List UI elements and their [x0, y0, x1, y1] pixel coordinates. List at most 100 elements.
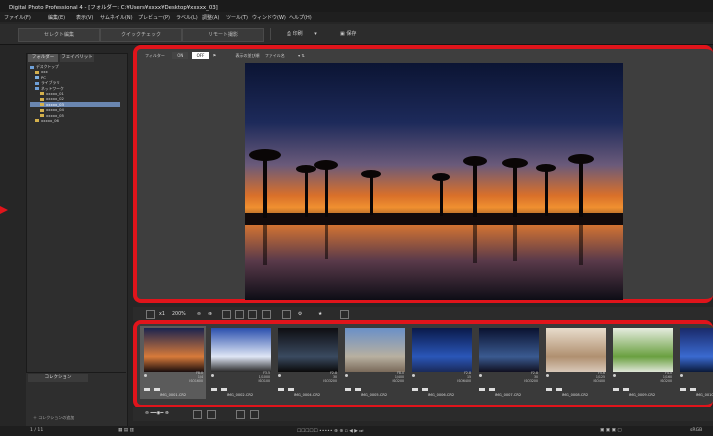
save-button[interactable]: ▣ 保存 [340, 30, 356, 37]
pc-icon [35, 76, 39, 80]
menu-label[interactable]: ラベル(L) [176, 14, 198, 21]
preview-image[interactable] [245, 63, 623, 300]
menu-help[interactable]: ヘルプ(H) [289, 14, 312, 21]
menu-adjust[interactable]: 調整(A) [202, 14, 219, 21]
zoom-out-icon[interactable]: ⊖ [197, 310, 201, 319]
chevron-down-icon: ▾ [314, 31, 317, 37]
af-point-icon[interactable] [248, 310, 257, 319]
network-icon [35, 87, 39, 91]
tree-item-label: xxxxx_05 [46, 112, 64, 118]
menu-window[interactable]: ウィンドウ(W) [252, 14, 286, 21]
quick-check-button[interactable]: クイックチェック [100, 28, 182, 42]
thumbnail-item[interactable]: F8.0 1/400 ISO200 IMG_0005.CR2 [341, 326, 407, 399]
highlight-icon[interactable] [262, 310, 271, 319]
check-mark-icon[interactable] [546, 374, 549, 377]
thumbnail-item[interactable]: F2.8 30 ISO3200 IMG_0004.CR2 [274, 326, 340, 399]
panel-icons[interactable]: ▣ ▣ ▣ ▢ [600, 428, 622, 433]
menu-preview[interactable]: プレビュー(P) [138, 14, 170, 21]
fit-window-icon[interactable] [146, 310, 155, 319]
add-collection-button[interactable]: ＋ コレクションの追加 [33, 415, 74, 421]
thumbnail-image [546, 328, 606, 372]
folder-icon [30, 65, 34, 69]
thumbnail-image [680, 328, 713, 372]
raw-badge-icon [144, 388, 150, 391]
thumbnail-item[interactable]: F2.8 15 ISO6400 IMG_0006.CR2 [408, 326, 474, 399]
raw-badge-icon [221, 388, 227, 391]
zoom-percent-select[interactable]: 200% [172, 310, 186, 319]
folder-tree: デスクトップ xxx PC ライブラリ ネットワーク xxxxx_01 xxxx… [30, 64, 120, 123]
menu-tools[interactable]: ツール(T) [226, 14, 248, 21]
thumbnail-item[interactable]: F5.6 1/125 ISO400 IMG_0008.CR2 [542, 326, 608, 399]
check-mark-icon[interactable] [613, 374, 616, 377]
thumbnail-image [613, 328, 673, 372]
check-mark-icon[interactable] [211, 374, 214, 377]
rating-filter-icons[interactable]: ☐☐☐☐☐ ••••• ⊕ ⊕ ▫ ◀ ▶ ⏭ [297, 428, 363, 434]
check-mark-icon[interactable] [680, 374, 683, 377]
thumbnail-exif: F3.5 1/1000 ISO100 [258, 371, 270, 383]
thumbnail-filename: IMG_0006.CR2 [427, 393, 455, 397]
tree-item-label: デスクトップ [36, 64, 59, 69]
folder-icon [40, 108, 44, 112]
thumbnail-image [211, 328, 271, 372]
thumbnail-view-icon[interactable] [193, 410, 202, 419]
raw-badge-icon [680, 388, 686, 391]
menu-file[interactable]: ファイル(F) [4, 14, 31, 21]
tree-item-label: PC [41, 74, 46, 80]
layout-icons[interactable]: ▦ ▤ ▥ [118, 428, 134, 433]
rating-icon[interactable]: ★ [318, 310, 322, 319]
thumbnail-exif-line: ISO200 [392, 378, 404, 383]
compare-icon[interactable] [222, 310, 231, 319]
thumbnail-exif: F2.8 30 ISO3200 [524, 371, 538, 383]
thumbnail-item[interactable]: F4.0 1/160 ISO200 IMG_0009.CR2 [609, 326, 675, 399]
filter-on-button[interactable]: ON [172, 52, 189, 59]
thumbnail-item[interactable]: F2.8 30 ISO3200 IMG_0007.CR2 [475, 326, 541, 399]
filmstrip-view-icon[interactable] [207, 410, 216, 419]
tree-item-folder-06[interactable]: xxxxx_06 [30, 118, 120, 123]
tree-item-label: ネットワーク [41, 85, 64, 91]
thumbnail-exif-line: ISO3200 [323, 378, 337, 383]
list-view-icon[interactable] [282, 310, 291, 319]
tab-folder[interactable]: フォルダー [28, 54, 58, 62]
raw-badge-icon [690, 388, 696, 391]
grid-view-icon[interactable] [236, 410, 245, 419]
sort-select[interactable]: ファイル名 [265, 53, 285, 58]
check-mark-icon[interactable] [412, 374, 415, 377]
thumbnail-size-slider[interactable]: ⊖ ━━◉━ ⊕ [145, 409, 169, 418]
check-mark-icon[interactable] [278, 374, 281, 377]
check-mark-icon[interactable] [345, 374, 348, 377]
check-mark-icon[interactable] [144, 374, 147, 377]
filter-off-button[interactable]: OFF [191, 52, 210, 59]
raw-badge-icon [412, 388, 418, 391]
thumbnail-filename: IMG_0002.CR2 [226, 393, 254, 397]
tab-collection[interactable]: コレクション [28, 374, 88, 382]
thumbnail-item[interactable]: F8.01/30ISO800IMG_0010.CR2 [676, 326, 713, 399]
tab-favorite[interactable]: フェイバリット [60, 54, 94, 62]
raw-badge-icon [556, 388, 562, 391]
zoom-in-icon[interactable]: ⊕ [208, 310, 212, 319]
remote-shooting-button[interactable]: リモート撮影 [182, 28, 264, 42]
thumbnail-item[interactable]: F8.0 1/4 ISO1600 IMG_0001.CR2 [140, 326, 206, 399]
thumbnail-image [479, 328, 539, 372]
thumbnail-item[interactable]: F3.5 1/1000 ISO100 IMG_0002.CR2 [207, 326, 273, 399]
menu-view[interactable]: 表示(V) [76, 14, 93, 21]
menu-thumbnail[interactable]: サムネイル(N) [100, 14, 133, 21]
image-count: 1 / 11 [30, 428, 44, 433]
save-label: 保存 [346, 31, 357, 37]
check-mark-icon[interactable] [479, 374, 482, 377]
tree-item-label: xxxxx_03 [46, 101, 64, 107]
grid-icon[interactable] [235, 310, 244, 319]
thumbnail-exif-line: ISO200 [660, 378, 672, 383]
folder-icon [40, 97, 44, 101]
detail-view-icon[interactable] [250, 410, 259, 419]
thumbnail-exif: F5.6 1/125 ISO400 [593, 371, 605, 383]
select-edit-button[interactable]: セレクト編集 [18, 28, 100, 42]
menu-edit[interactable]: 編集(E) [48, 14, 65, 21]
raw-badge-icon [288, 388, 294, 391]
sort-order-icon[interactable]: ▾ ⇅ [298, 53, 305, 58]
zoom-1x-button[interactable]: x1 [159, 310, 165, 319]
panel-toggle-icon[interactable] [340, 310, 349, 319]
print-button[interactable]: ⎙ 印刷 ▾ [287, 30, 317, 37]
thumbnail-exif: F8.0 1/400 ISO200 [392, 371, 404, 383]
raw-badge-icon [623, 388, 629, 391]
settings-icon[interactable]: ⚙ [298, 310, 302, 319]
